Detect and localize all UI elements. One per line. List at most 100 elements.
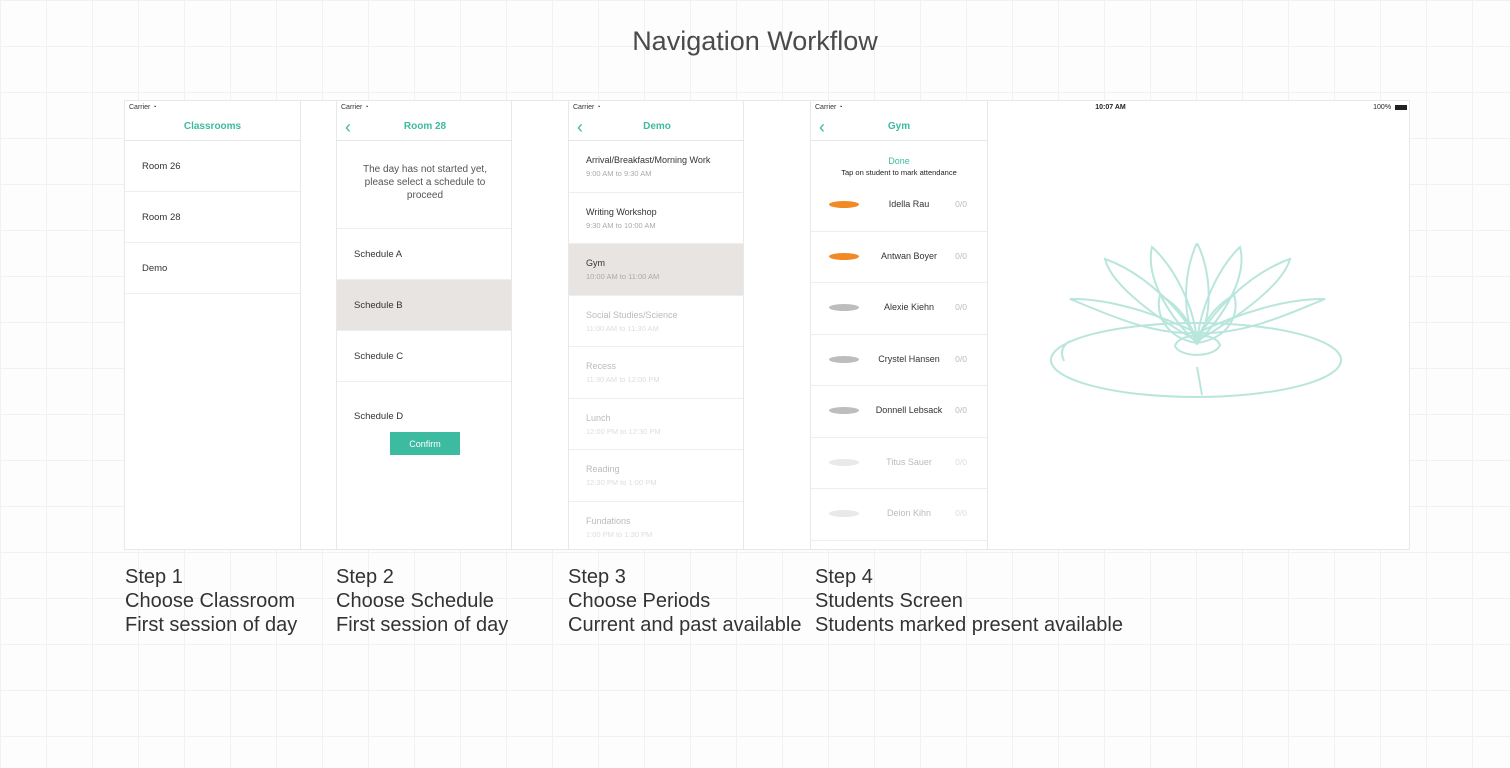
lotus-flower-icon (1050, 243, 1342, 398)
back-chevron-icon[interactable]: ‹ (577, 116, 583, 138)
page-title: Navigation Workflow (632, 26, 878, 56)
period-name: Lunch (586, 412, 611, 423)
nav-title: Demo (643, 121, 671, 132)
period-item: Recess 11:30 AM to 12:00 PM (569, 347, 743, 399)
period-name: Gym (586, 258, 605, 268)
student-score: 0/0 (955, 199, 967, 209)
student-row: Deion Kihn 0/0 (811, 489, 987, 541)
battery-status: 100% (1373, 104, 1407, 111)
period-name: Social Studies/Science (586, 309, 678, 320)
period-name: Writing Workshop (586, 206, 657, 217)
confirm-button[interactable]: Confirm (390, 432, 460, 455)
period-item: Reading 12:30 PM to 1:00 PM (569, 450, 743, 502)
panel-gutter (301, 101, 337, 549)
attendance-hint: Tap on student to mark attendance (841, 168, 957, 177)
student-name: Deion Kihn (886, 508, 932, 518)
classroom-item[interactable]: Room 28 (125, 192, 300, 243)
nav-bar: ‹ Room 28 (337, 116, 511, 141)
nav-bar: Classrooms (125, 116, 300, 141)
detail-pane: 10:07 AM 100% (988, 101, 1409, 549)
student-name: Crystel Hansen (878, 353, 940, 364)
step1-classrooms-screen: Carrier ◔ Classrooms Room 26 Room 28 Demo (124, 100, 301, 550)
status-bar: Carrier ◔ (569, 101, 743, 116)
classroom-item[interactable]: Room 26 (125, 141, 300, 192)
attendance-status-icon (829, 252, 859, 260)
period-item: Lunch 12:00 PM to 12:30 PM (569, 399, 743, 450)
attendance-status-icon (829, 304, 859, 311)
carrier-label: Carrier (815, 104, 837, 111)
step3-caption: Step 3 Choose Periods Current and past a… (568, 566, 802, 636)
schedule-item-selected[interactable]: Schedule B (337, 280, 511, 331)
wifi-icon: ◔ (596, 104, 601, 111)
schedule-notice: The day has not started yet, please sele… (363, 164, 487, 201)
student-row[interactable]: Crystel Hansen 0/0 (811, 335, 987, 386)
wifi-icon: ◔ (838, 104, 843, 111)
student-score: 0/0 (955, 353, 967, 364)
period-time: 1:00 PM to 1:30 PM (586, 529, 653, 539)
step3-periods-screen: Carrier ◔ ‹ Demo Arrival/Breakfast/Mornin… (511, 100, 744, 550)
period-time: 9:00 AM to 9:30 AM (586, 169, 652, 178)
step4-caption: Step 4 Students Screen Students marked p… (815, 566, 1123, 636)
nav-title: Gym (887, 121, 911, 132)
schedule-item[interactable]: Schedule C (337, 331, 511, 382)
period-name: Arrival/Breakfast/Morning Work (586, 155, 711, 165)
step2-schedule-screen: Carrier ◔ ‹ Room 28 The day has not start… (300, 100, 512, 550)
student-row: Titus Sauer 0/0 (811, 438, 987, 489)
student-name: Idella Rau (888, 199, 930, 209)
student-list: Idella Rau 0/0 Antwan Boyer 0/0 Alexie Kiehn… (811, 180, 987, 541)
attendance-status-icon (829, 510, 859, 517)
attendance-status-icon (829, 355, 859, 363)
battery-icon (1395, 104, 1407, 110)
carrier-label: Carrier (341, 104, 363, 111)
nav-title: Room 28 (403, 121, 447, 132)
student-score: 0/0 (955, 250, 967, 261)
carrier-label: Carrier (129, 104, 151, 111)
student-row[interactable]: Antwan Boyer 0/0 (811, 232, 987, 283)
student-row[interactable]: Donnell Lebsack 0/0 (811, 386, 987, 438)
back-chevron-icon[interactable]: ‹ (819, 116, 825, 138)
period-item-current[interactable]: Gym 10:00 AM to 11:00 AM (569, 244, 743, 296)
student-name: Donnell Lebsack (875, 405, 943, 415)
schedule-item[interactable]: Schedule D (337, 382, 511, 424)
wifi-icon: ◔ (364, 104, 369, 111)
period-item: Fundations 1:00 PM to 1:30 PM (569, 502, 743, 550)
period-item[interactable]: Arrival/Breakfast/Morning Work 9:00 AM to… (569, 141, 743, 193)
student-score: 0/0 (955, 456, 967, 467)
period-time: 11:00 AM to 11:30 AM (586, 323, 659, 333)
attendance-status-icon (829, 201, 859, 208)
schedule-item[interactable]: Schedule A (337, 228, 511, 280)
status-time: 10:07 AM (1095, 104, 1126, 111)
nav-title: Classrooms (183, 121, 242, 132)
student-row[interactable]: Idella Rau 0/0 (811, 180, 987, 232)
period-name: Fundations (586, 515, 631, 526)
done-button[interactable]: Done (811, 156, 987, 166)
student-name: Alexie Kiehn (883, 302, 935, 312)
nav-bar: ‹ Demo (569, 116, 743, 141)
student-name: Antwan Boyer (880, 250, 938, 261)
attendance-status-icon (829, 407, 859, 414)
wifi-icon: ◔ (152, 104, 157, 111)
period-name: Recess (586, 361, 617, 371)
student-score: 0/0 (955, 302, 967, 312)
step1-caption: Step 1 Choose Classroom First session of… (125, 566, 298, 636)
classroom-item[interactable]: Demo (125, 243, 300, 294)
period-time: 9:30 AM to 10:00 AM (586, 220, 656, 230)
step2-caption: Step 2 Choose Schedule First session of … (336, 566, 509, 636)
nav-bar: ‹ Gym (811, 116, 987, 141)
period-time: 12:30 PM to 1:00 PM (586, 478, 657, 487)
status-bar: Carrier ◔ (337, 101, 511, 116)
student-score: 0/0 (955, 405, 967, 415)
student-row[interactable]: Alexie Kiehn 0/0 (811, 283, 987, 335)
status-bar: Carrier ◔ (811, 101, 987, 116)
step4-students-screen: Carrier ◔ ‹ Gym Done Tap on student to ma… (743, 100, 1410, 550)
back-chevron-icon[interactable]: ‹ (345, 116, 351, 138)
period-time: 11:30 AM to 12:00 PM (586, 375, 660, 384)
student-score: 0/0 (955, 508, 967, 518)
period-item[interactable]: Writing Workshop 9:30 AM to 10:00 AM (569, 193, 743, 244)
period-time: 12:00 PM to 12:30 PM (586, 426, 661, 436)
period-name: Reading (586, 464, 620, 474)
period-time: 10:00 AM to 11:00 AM (586, 272, 660, 281)
attendance-status-icon (829, 458, 859, 466)
period-item: Social Studies/Science 11:00 AM to 11:30 … (569, 296, 743, 347)
period-list: Arrival/Breakfast/Morning Work 9:00 AM to… (569, 141, 743, 550)
